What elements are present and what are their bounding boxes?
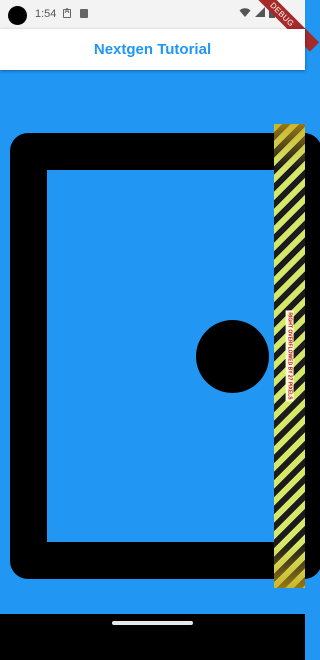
overflow-stripe-fade-top [274,124,305,168]
page-title: Nextgen Tutorial [93,41,212,58]
overflow-warning-text: RIGHT OVERFLOWED BY 27 PIXELS [286,310,294,402]
sd-card-icon [80,9,88,18]
text-a-icon [63,8,71,18]
home-gesture-handle[interactable] [112,621,193,625]
overflow-warning-label: RIGHT OVERFLOWED BY 27 PIXELS [280,310,300,402]
app-bar: Nextgen Tutorial [0,29,305,70]
status-bar: 1:54 DEBUG [0,0,320,52]
black-circle [196,320,269,393]
overflow-stripe-fade-bottom [274,544,305,588]
camera-cutout [8,6,27,25]
status-time: 1:54 [35,8,57,20]
wifi-icon [239,8,251,17]
signal-icon [255,7,265,17]
